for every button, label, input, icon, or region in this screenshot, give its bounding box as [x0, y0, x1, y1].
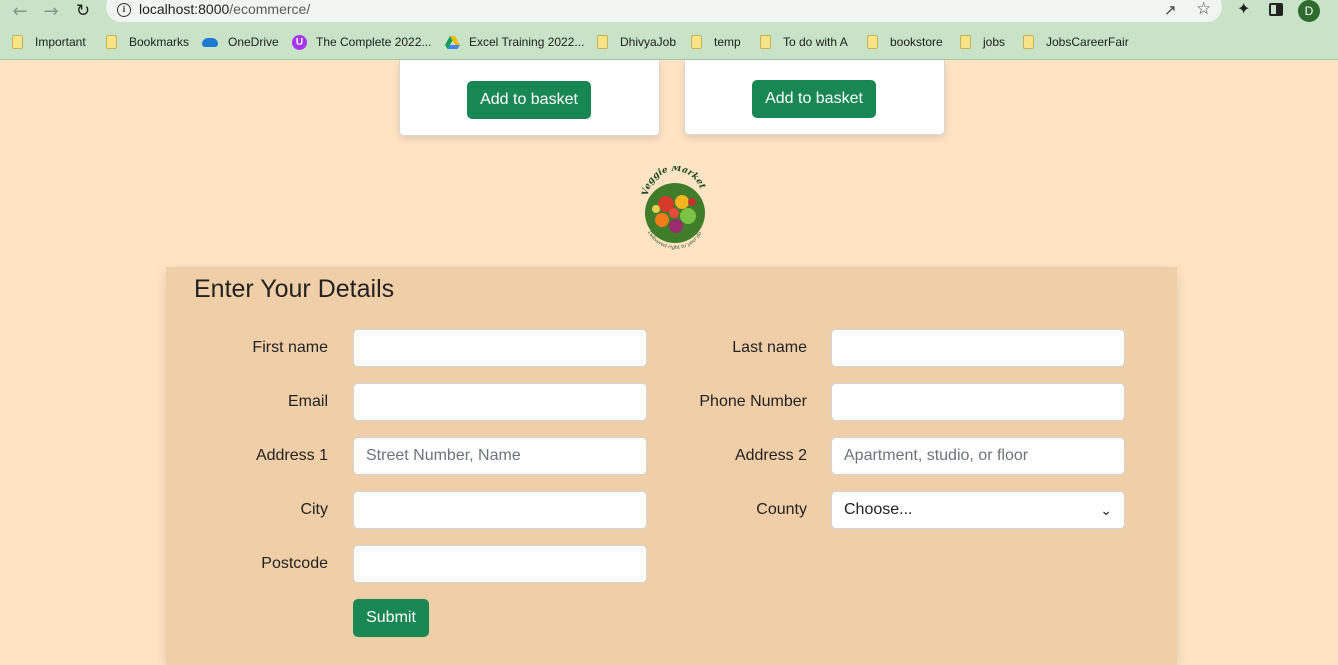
bookmark-to-do-with-a[interactable]: To do with A	[760, 34, 848, 50]
address-1-label: Address 1	[255, 447, 328, 464]
details-form: Enter Your Details First name Last name …	[166, 267, 1177, 665]
bookmark-dhivyajob[interactable]: DhivyaJob	[597, 34, 676, 50]
county-selected-value: Choose...	[844, 501, 913, 518]
side-panel-icon[interactable]	[1269, 3, 1283, 16]
bookmark-bookmarks[interactable]: Bookmarks	[106, 34, 189, 50]
product-card: Add to basket	[399, 60, 660, 136]
folder-icon	[760, 35, 771, 49]
folder-icon	[106, 35, 117, 49]
url-text: localhost:8000/ecommerce/	[139, 1, 311, 17]
share-icon[interactable]: ↗	[1164, 1, 1177, 19]
form-title: Enter Your Details	[194, 275, 395, 303]
first-name-label: First name	[252, 339, 328, 356]
city-label: City	[300, 501, 328, 518]
city-input[interactable]	[353, 491, 647, 529]
email-label: Email	[287, 393, 328, 410]
address-bar[interactable]: i localhost:8000/ecommerce/ ↗ ☆	[106, 0, 1222, 22]
reload-icon[interactable]: ↻	[71, 0, 95, 22]
first-name-input[interactable]	[353, 329, 647, 367]
folder-icon	[960, 35, 971, 49]
bookmark-temp[interactable]: temp	[691, 34, 741, 50]
submit-button[interactable]: Submit	[353, 599, 429, 637]
phone-number-input[interactable]	[831, 383, 1125, 421]
last-name-label: Last name	[732, 339, 807, 356]
postcode-input[interactable]	[353, 545, 647, 583]
bookmark-excel-training-2022[interactable]: Excel Training 2022...	[445, 34, 584, 50]
google-drive-icon	[445, 35, 460, 49]
bookmark-bookstore[interactable]: bookstore	[867, 34, 943, 50]
county-select[interactable]: Choose... ⌄	[831, 491, 1125, 529]
bookmark-the-complete-2022[interactable]: U The Complete 2022...	[292, 34, 431, 50]
browser-toolbar: ← → ↻ i localhost:8000/ecommerce/ ↗ ☆ ✦ …	[0, 0, 1338, 24]
add-to-basket-button[interactable]: Add to basket	[467, 81, 591, 119]
bookmark-important[interactable]: Important	[12, 34, 86, 50]
chevron-down-icon: ⌄	[1100, 501, 1112, 518]
back-arrow-icon[interactable]: ←	[8, 0, 32, 22]
bookmark-star-icon[interactable]: ☆	[1196, 0, 1211, 19]
udemy-icon: U	[292, 34, 307, 50]
phone-number-label: Phone Number	[699, 393, 807, 410]
product-card: Add to basket	[684, 60, 945, 135]
folder-icon	[867, 35, 878, 49]
add-to-basket-button[interactable]: Add to basket	[752, 80, 876, 118]
address-2-input[interactable]	[831, 437, 1125, 475]
folder-icon	[12, 35, 23, 49]
veggie-market-logo: Veggie Market Delivered right to your do…	[638, 166, 707, 251]
bookmark-onedrive[interactable]: OneDrive	[202, 34, 279, 50]
folder-icon	[1023, 35, 1034, 49]
folder-icon	[597, 35, 608, 49]
bookmark-jobscareerfair[interactable]: JobsCareerFair	[1023, 34, 1129, 50]
bookmarks-bar: Important Bookmarks OneDrive U The Comple…	[0, 24, 1338, 60]
onedrive-icon	[202, 37, 218, 47]
county-label: County	[756, 501, 807, 518]
email-input[interactable]	[353, 383, 647, 421]
site-info-icon[interactable]: i	[117, 3, 131, 17]
forward-arrow-icon[interactable]: →	[39, 0, 63, 22]
address-1-input[interactable]	[353, 437, 647, 475]
bookmark-jobs[interactable]: jobs	[960, 34, 1005, 50]
last-name-input[interactable]	[831, 329, 1125, 367]
extensions-puzzle-icon[interactable]: ✦	[1237, 1, 1253, 17]
postcode-label: Postcode	[261, 555, 328, 572]
address-2-label: Address 2	[734, 447, 807, 464]
folder-icon	[691, 35, 702, 49]
profile-avatar[interactable]: D	[1298, 0, 1320, 22]
